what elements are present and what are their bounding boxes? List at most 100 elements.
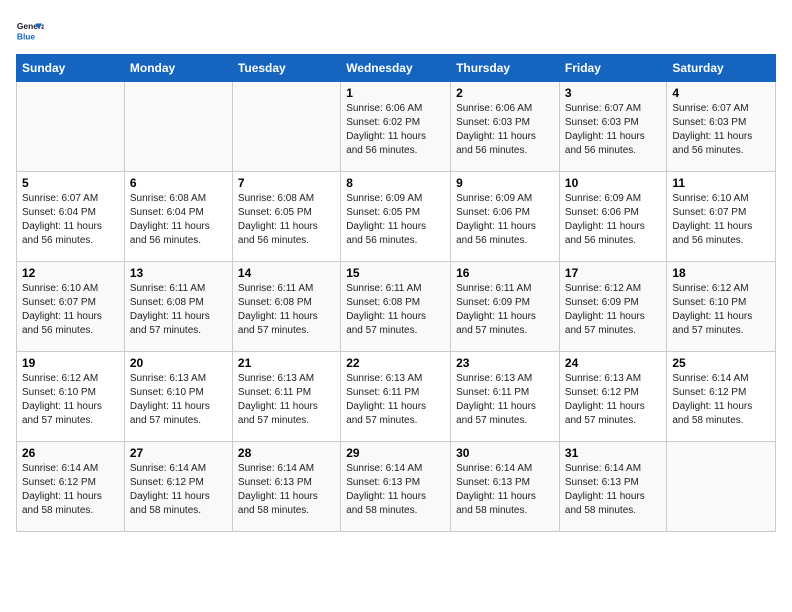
calendar-cell: 26 Sunrise: 6:14 AM Sunset: 6:12 PM Dayli…	[17, 442, 125, 532]
calendar-cell: 27Sunrise: 6:14 AM Sunset: 6:12 PM Dayli…	[124, 442, 232, 532]
calendar-cell: 1 Sunrise: 6:06 AM Sunset: 6:02 PM Daylig…	[341, 82, 451, 172]
calendar-cell: 14Sunrise: 6:11 AM Sunset: 6:08 PM Dayli…	[232, 262, 340, 352]
day-number: 12	[22, 266, 119, 280]
calendar-cell	[667, 442, 776, 532]
calendar-cell: 22 Sunrise: 6:13 AM Sunset: 6:11 PM Dayli…	[341, 352, 451, 442]
day-number: 18	[672, 266, 770, 280]
calendar-cell: 8 Sunrise: 6:09 AM Sunset: 6:05 PM Daylig…	[341, 172, 451, 262]
day-info: Sunrise: 6:13 AM Sunset: 6:12 PM Dayligh…	[565, 372, 661, 428]
calendar-cell: 9 Sunrise: 6:09 AM Sunset: 6:06 PM Daylig…	[451, 172, 560, 262]
day-info: Sunrise: 6:13 AM Sunset: 6:10 PM Dayligh…	[130, 372, 227, 428]
calendar-cell: 3 Sunrise: 6:07 AM Sunset: 6:03 PM Daylig…	[559, 82, 666, 172]
weekday-header-thursday: Thursday	[451, 55, 560, 82]
calendar-cell: 31 Sunrise: 6:14 AM Sunset: 6:13 PM Dayli…	[559, 442, 666, 532]
calendar-cell: 11 Sunrise: 6:10 AM Sunset: 6:07 PM Dayli…	[667, 172, 776, 262]
calendar-cell: 5 Sunrise: 6:07 AM Sunset: 6:04 PM Daylig…	[17, 172, 125, 262]
week-row-4: 19 Sunrise: 6:12 AM Sunset: 6:10 PM Dayli…	[17, 352, 776, 442]
day-info: Sunrise: 6:06 AM Sunset: 6:03 PM Dayligh…	[456, 102, 554, 158]
calendar-cell: 7 Sunrise: 6:08 AM Sunset: 6:05 PM Daylig…	[232, 172, 340, 262]
calendar-cell: 23 Sunrise: 6:13 AM Sunset: 6:11 PM Dayli…	[451, 352, 560, 442]
day-info: Sunrise: 6:09 AM Sunset: 6:05 PM Dayligh…	[346, 192, 445, 248]
calendar-cell: 29Sunrise: 6:14 AM Sunset: 6:13 PM Dayli…	[341, 442, 451, 532]
day-info: Sunrise: 6:12 AM Sunset: 6:10 PM Dayligh…	[22, 372, 119, 428]
day-number: 15	[346, 266, 445, 280]
day-number: 13	[130, 266, 227, 280]
logo-icon: GeneralBlue	[16, 16, 44, 44]
weekday-header-saturday: Saturday	[667, 55, 776, 82]
day-info: Sunrise: 6:10 AM Sunset: 6:07 PM Dayligh…	[22, 282, 119, 338]
day-number: 6	[130, 176, 227, 190]
day-number: 2	[456, 86, 554, 100]
day-info: Sunrise: 6:14 AM Sunset: 6:12 PM Dayligh…	[130, 462, 227, 518]
day-info: Sunrise: 6:06 AM Sunset: 6:02 PM Dayligh…	[346, 102, 445, 158]
weekday-header-monday: Monday	[124, 55, 232, 82]
day-info: Sunrise: 6:09 AM Sunset: 6:06 PM Dayligh…	[456, 192, 554, 248]
calendar-cell: 24 Sunrise: 6:13 AM Sunset: 6:12 PM Dayli…	[559, 352, 666, 442]
calendar-table: SundayMondayTuesdayWednesdayThursdayFrid…	[16, 54, 776, 532]
day-info: Sunrise: 6:11 AM Sunset: 6:09 PM Dayligh…	[456, 282, 554, 338]
day-info: Sunrise: 6:13 AM Sunset: 6:11 PM Dayligh…	[238, 372, 335, 428]
day-number: 19	[22, 356, 119, 370]
day-number: 8	[346, 176, 445, 190]
calendar-cell: 17 Sunrise: 6:12 AM Sunset: 6:09 PM Dayli…	[559, 262, 666, 352]
day-info: Sunrise: 6:07 AM Sunset: 6:04 PM Dayligh…	[22, 192, 119, 248]
day-info: Sunrise: 6:14 AM Sunset: 6:13 PM Dayligh…	[238, 462, 335, 518]
day-number: 1	[346, 86, 445, 100]
day-info: Sunrise: 6:09 AM Sunset: 6:06 PM Dayligh…	[565, 192, 661, 248]
day-number: 24	[565, 356, 661, 370]
day-info: Sunrise: 6:13 AM Sunset: 6:11 PM Dayligh…	[346, 372, 445, 428]
day-info: Sunrise: 6:08 AM Sunset: 6:05 PM Dayligh…	[238, 192, 335, 248]
weekday-header-friday: Friday	[559, 55, 666, 82]
day-number: 9	[456, 176, 554, 190]
day-number: 3	[565, 86, 661, 100]
day-number: 4	[672, 86, 770, 100]
day-info: Sunrise: 6:13 AM Sunset: 6:11 PM Dayligh…	[456, 372, 554, 428]
week-row-3: 12 Sunrise: 6:10 AM Sunset: 6:07 PM Dayli…	[17, 262, 776, 352]
logo: GeneralBlue	[16, 16, 44, 44]
week-row-2: 5 Sunrise: 6:07 AM Sunset: 6:04 PM Daylig…	[17, 172, 776, 262]
day-number: 31	[565, 446, 661, 460]
calendar-cell	[232, 82, 340, 172]
week-row-5: 26 Sunrise: 6:14 AM Sunset: 6:12 PM Dayli…	[17, 442, 776, 532]
day-number: 25	[672, 356, 770, 370]
day-info: Sunrise: 6:14 AM Sunset: 6:12 PM Dayligh…	[672, 372, 770, 428]
day-info: Sunrise: 6:08 AM Sunset: 6:04 PM Dayligh…	[130, 192, 227, 248]
week-row-1: 1 Sunrise: 6:06 AM Sunset: 6:02 PM Daylig…	[17, 82, 776, 172]
calendar-cell: 4Sunrise: 6:07 AM Sunset: 6:03 PM Daylig…	[667, 82, 776, 172]
day-info: Sunrise: 6:10 AM Sunset: 6:07 PM Dayligh…	[672, 192, 770, 248]
calendar-cell: 10 Sunrise: 6:09 AM Sunset: 6:06 PM Dayli…	[559, 172, 666, 262]
day-number: 5	[22, 176, 119, 190]
calendar-cell: 18 Sunrise: 6:12 AM Sunset: 6:10 PM Dayli…	[667, 262, 776, 352]
day-number: 7	[238, 176, 335, 190]
page-header: GeneralBlue	[16, 16, 776, 44]
calendar-cell: 15Sunrise: 6:11 AM Sunset: 6:08 PM Dayli…	[341, 262, 451, 352]
weekday-header-wednesday: Wednesday	[341, 55, 451, 82]
day-info: Sunrise: 6:12 AM Sunset: 6:10 PM Dayligh…	[672, 282, 770, 338]
weekday-header-row: SundayMondayTuesdayWednesdayThursdayFrid…	[17, 55, 776, 82]
day-number: 23	[456, 356, 554, 370]
day-number: 29	[346, 446, 445, 460]
calendar-cell: 28 Sunrise: 6:14 AM Sunset: 6:13 PM Dayli…	[232, 442, 340, 532]
day-number: 10	[565, 176, 661, 190]
day-info: Sunrise: 6:14 AM Sunset: 6:13 PM Dayligh…	[565, 462, 661, 518]
day-number: 16	[456, 266, 554, 280]
calendar-cell: 21Sunrise: 6:13 AM Sunset: 6:11 PM Dayli…	[232, 352, 340, 442]
day-info: Sunrise: 6:14 AM Sunset: 6:13 PM Dayligh…	[456, 462, 554, 518]
day-number: 11	[672, 176, 770, 190]
day-number: 30	[456, 446, 554, 460]
day-number: 26	[22, 446, 119, 460]
day-info: Sunrise: 6:07 AM Sunset: 6:03 PM Dayligh…	[565, 102, 661, 158]
day-info: Sunrise: 6:11 AM Sunset: 6:08 PM Dayligh…	[130, 282, 227, 338]
day-number: 22	[346, 356, 445, 370]
day-info: Sunrise: 6:14 AM Sunset: 6:12 PM Dayligh…	[22, 462, 119, 518]
day-info: Sunrise: 6:12 AM Sunset: 6:09 PM Dayligh…	[565, 282, 661, 338]
day-number: 28	[238, 446, 335, 460]
calendar-cell	[124, 82, 232, 172]
calendar-cell: 2 Sunrise: 6:06 AM Sunset: 6:03 PM Daylig…	[451, 82, 560, 172]
calendar-cell	[17, 82, 125, 172]
day-number: 17	[565, 266, 661, 280]
svg-text:Blue: Blue	[17, 31, 35, 41]
weekday-header-tuesday: Tuesday	[232, 55, 340, 82]
calendar-cell: 30 Sunrise: 6:14 AM Sunset: 6:13 PM Dayli…	[451, 442, 560, 532]
calendar-cell: 16 Sunrise: 6:11 AM Sunset: 6:09 PM Dayli…	[451, 262, 560, 352]
